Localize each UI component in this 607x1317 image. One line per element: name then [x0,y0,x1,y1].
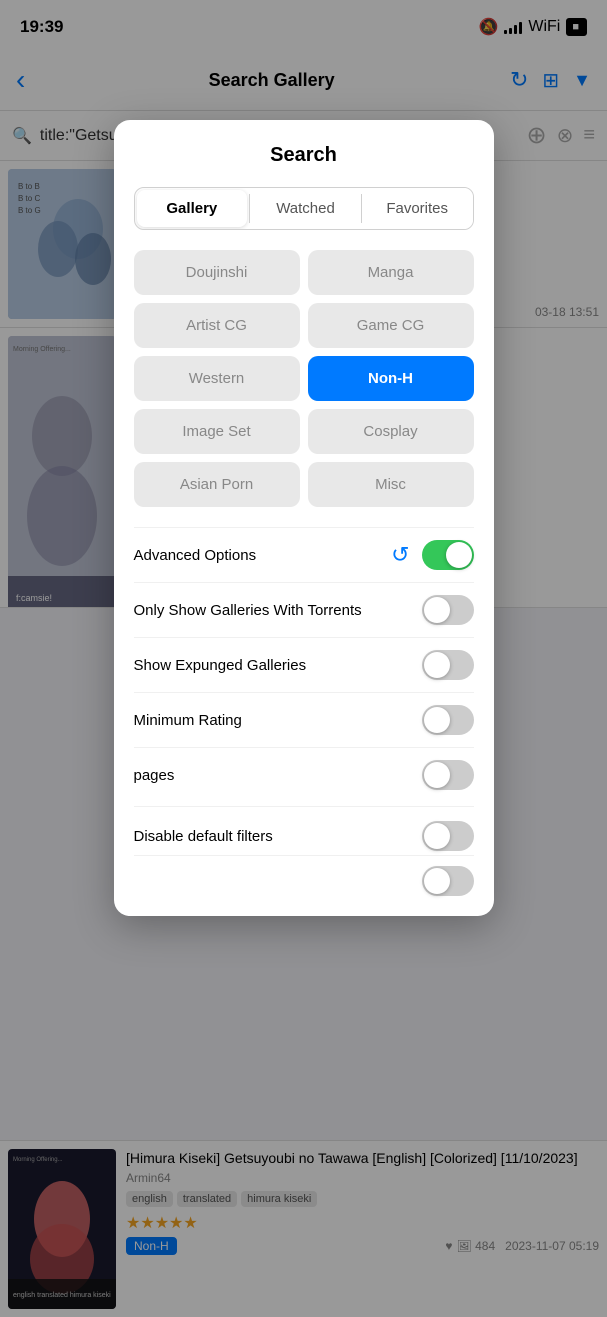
partial-toggle-row [134,855,474,896]
advanced-options-controls: ↺ [391,540,473,570]
expunged-toggle[interactable] [422,650,474,680]
tab-gallery[interactable]: Gallery [137,190,248,227]
pages-row: pages [134,747,474,802]
category-artist-cg[interactable]: Artist CG [134,303,300,348]
category-asian-porn[interactable]: Asian Porn [134,462,300,507]
modal-overlay: Search Gallery Watched Favorites Doujins… [0,0,607,1317]
torrents-row: Only Show Galleries With Torrents [134,582,474,637]
disable-filters-row: Disable default filters [134,806,474,851]
category-grid: Doujinshi Manga Artist CG Game CG Wester… [134,250,474,507]
reset-icon[interactable]: ↺ [391,542,409,568]
disable-filters-toggle[interactable] [422,821,474,851]
advanced-options-row: Advanced Options ↺ [134,527,474,582]
expunged-label: Show Expunged Galleries [134,657,422,674]
pages-toggle[interactable] [422,760,474,790]
advanced-options-toggle[interactable] [422,540,474,570]
advanced-options-label: Advanced Options [134,547,392,564]
tab-favorites[interactable]: Favorites [362,188,473,229]
expunged-row: Show Expunged Galleries [134,637,474,692]
min-rating-label: Minimum Rating [134,712,422,729]
tab-watched[interactable]: Watched [250,188,361,229]
search-modal: Search Gallery Watched Favorites Doujins… [114,120,494,916]
disable-filters-label: Disable default filters [134,828,273,845]
extra-toggle[interactable] [422,866,474,896]
min-rating-toggle[interactable] [422,705,474,735]
category-doujinshi[interactable]: Doujinshi [134,250,300,295]
modal-tabs: Gallery Watched Favorites [134,187,474,230]
modal-title: Search [134,144,474,167]
category-cosplay[interactable]: Cosplay [308,409,474,454]
category-game-cg[interactable]: Game CG [308,303,474,348]
category-manga[interactable]: Manga [308,250,474,295]
category-image-set[interactable]: Image Set [134,409,300,454]
category-non-h[interactable]: Non-H [308,356,474,401]
min-rating-row: Minimum Rating [134,692,474,747]
pages-label: pages [134,767,422,784]
torrents-label: Only Show Galleries With Torrents [134,602,422,619]
torrents-toggle[interactable] [422,595,474,625]
category-misc[interactable]: Misc [308,462,474,507]
category-western[interactable]: Western [134,356,300,401]
